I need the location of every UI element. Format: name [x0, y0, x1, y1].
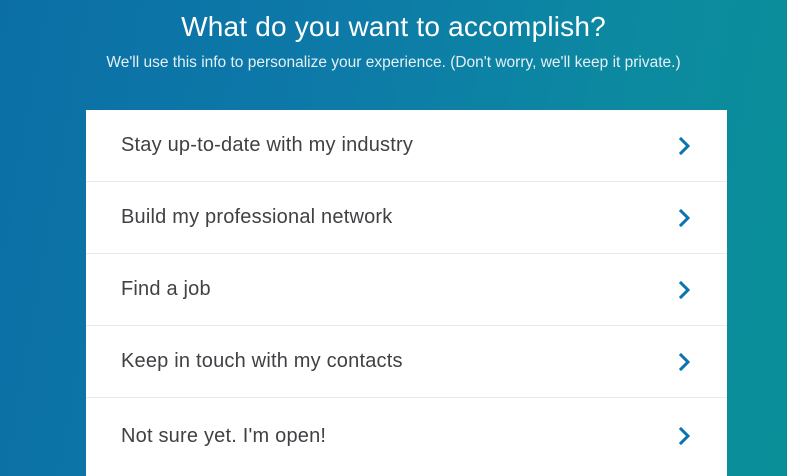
option-label: Not sure yet. I'm open!	[121, 424, 327, 447]
chevron-right-icon	[677, 280, 693, 300]
option-label: Stay up-to-date with my industry	[121, 134, 414, 156]
option-stay-up-to-date[interactable]: Stay up-to-date with my industry	[86, 110, 727, 182]
option-label: Keep in touch with my contacts	[121, 350, 403, 372]
option-not-sure[interactable]: Not sure yet. I'm open!	[86, 398, 727, 474]
page-title: What do you want to accomplish?	[181, 11, 606, 42]
chevron-right-icon	[677, 208, 693, 228]
chevron-right-icon	[677, 136, 693, 156]
chevron-right-icon	[677, 426, 693, 446]
option-build-network[interactable]: Build my professional network	[86, 182, 727, 254]
goal-options-list: Stay up-to-date with my industry Build m…	[86, 110, 727, 476]
page-subtitle: We'll use this info to personalize your …	[106, 54, 681, 71]
option-label: Find a job	[121, 278, 211, 300]
option-keep-in-touch[interactable]: Keep in touch with my contacts	[86, 326, 727, 398]
option-label: Build my professional network	[121, 206, 393, 228]
onboarding-goal-screen: What do you want to accomplish? We'll us…	[0, 0, 787, 476]
option-find-job[interactable]: Find a job	[86, 254, 727, 326]
chevron-right-icon	[677, 352, 693, 372]
